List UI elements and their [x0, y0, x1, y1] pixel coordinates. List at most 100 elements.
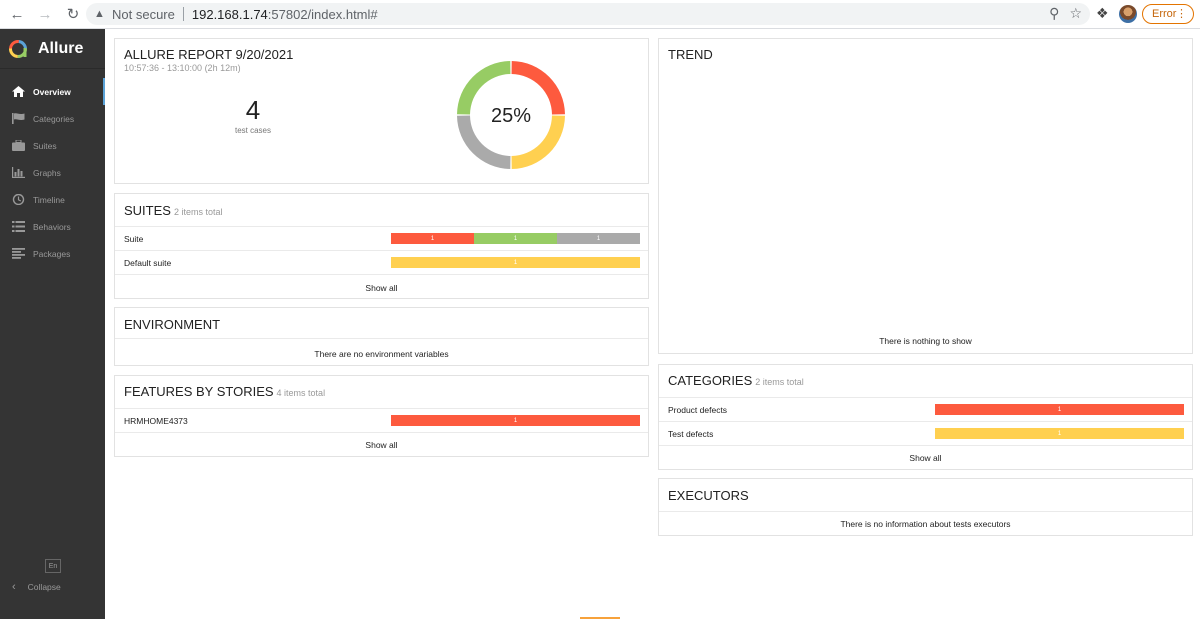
address-separator: [182, 7, 184, 21]
categories-title: CATEGORIES 2 items total: [668, 373, 804, 388]
brand[interactable]: Allure: [0, 29, 105, 69]
status-bar-segment[interactable]: 1: [474, 233, 557, 244]
features-widget: FEATURES BY STORIES 4 items total HRMHOME…: [114, 375, 649, 457]
sidebar-item-graphs[interactable]: Graphs: [0, 159, 105, 186]
security-label[interactable]: Not secure: [112, 7, 175, 22]
categories-widget: CATEGORIES 2 items total Product defects …: [658, 364, 1193, 470]
list-icon: [11, 221, 25, 233]
success-percent: 25%: [490, 105, 532, 127]
language-selector[interactable]: En: [45, 559, 61, 573]
category-name: Product defects: [668, 405, 728, 415]
environment-row: There are no environment variables: [115, 338, 648, 366]
briefcase-icon: [11, 140, 25, 152]
error-button[interactable]: Error ⋮: [1142, 4, 1194, 24]
suites-widget: SUITES 2 items total Suite 111 Default su…: [114, 193, 649, 299]
table-row[interactable]: Product defects 1: [659, 397, 1192, 421]
status-bar-segment[interactable]: 1: [935, 404, 1184, 415]
features-title: FEATURES BY STORIES 4 items total: [124, 384, 325, 399]
zoom-icon[interactable]: ⚲: [1049, 5, 1059, 22]
status-bar-segment[interactable]: 1: [557, 233, 640, 244]
bar-chart-icon: [11, 167, 25, 179]
categories-subtitle: 2 items total: [755, 377, 804, 387]
status-bar[interactable]: 111: [391, 233, 640, 244]
status-bar-segment[interactable]: 1: [391, 233, 474, 244]
extensions-puzzle-icon[interactable]: ❖: [1096, 5, 1109, 22]
forward-arrow-icon[interactable]: →: [34, 3, 56, 25]
category-name: Test defects: [668, 429, 714, 439]
status-bar-segment[interactable]: 1: [935, 428, 1184, 439]
chevron-left-icon: ‹: [12, 581, 16, 593]
sidebar-item-behaviors[interactable]: Behaviors: [0, 213, 105, 240]
sidebar-item-label: Graphs: [33, 167, 61, 178]
executors-row: There is no information about tests exec…: [659, 511, 1192, 536]
trend-widget: TREND There is nothing to show: [658, 38, 1193, 354]
more-vertical-icon: ⋮: [1176, 8, 1187, 20]
sidebar-item-label: Overview: [33, 86, 71, 97]
brand-name: Allure: [38, 39, 84, 57]
address-bar[interactable]: ▲ Not secure 192.168.1.74:57802/index.ht…: [86, 3, 1090, 25]
trend-title: TREND: [668, 47, 713, 62]
test-case-caption: test cases: [234, 126, 271, 135]
report-time-range: 10:57:36 - 13:10:00 (2h 12m): [124, 63, 241, 73]
sidebar-item-label: Packages: [33, 248, 71, 259]
status-bar[interactable]: 1: [391, 415, 640, 426]
collapse-button[interactable]: ‹ Collapse: [12, 581, 61, 593]
suites-subtitle: 2 items total: [173, 207, 223, 217]
show-all-row: Show all: [659, 445, 1192, 470]
bookmark-star-icon[interactable]: ☆: [1069, 5, 1082, 22]
table-row[interactable]: Test defects 1: [659, 421, 1192, 445]
sidebar-item-label: Timeline: [33, 194, 65, 205]
warning-icon[interactable]: ▲: [94, 8, 110, 20]
categories-show-all-link[interactable]: Show all: [659, 453, 1192, 463]
url-host[interactable]: 192.168.1.74: [192, 7, 268, 22]
environment-title: ENVIRONMENT: [124, 317, 221, 332]
reload-icon[interactable]: ↻: [62, 3, 84, 25]
executors-widget: EXECUTORS There is no information about …: [658, 478, 1193, 536]
sidebar-item-timeline[interactable]: Timeline: [0, 186, 105, 213]
status-bar[interactable]: 1: [935, 428, 1184, 439]
browser-toolbar: ← → ↻ ▲ Not secure 192.168.1.74:57802/in…: [0, 0, 1200, 29]
home-icon: [11, 86, 25, 98]
status-bar[interactable]: 1: [391, 257, 640, 268]
suites-title: SUITES 2 items total: [124, 203, 223, 218]
categories-heading: CATEGORIES: [668, 373, 753, 388]
test-case-count: 4: [245, 95, 261, 125]
sidebar-item-categories[interactable]: Categories: [0, 105, 105, 132]
table-row[interactable]: HRMHOME4373 1: [115, 408, 648, 432]
environment-empty-message: There are no environment variables: [314, 349, 449, 359]
suite-name: Suite: [124, 234, 144, 244]
sidebar-menu: Overview Categories Suites Graphs Timeli…: [0, 78, 105, 267]
features-subtitle: 4 items total: [276, 388, 326, 398]
sidebar-item-packages[interactable]: Packages: [0, 240, 105, 267]
report-title: ALLURE REPORT 9/20/2021: [124, 47, 294, 62]
status-bar-segment[interactable]: 1: [391, 415, 640, 426]
summary-widget: ALLURE REPORT 9/20/2021 10:57:36 - 13:10…: [114, 38, 649, 184]
clock-icon: [11, 194, 25, 206]
executors-title: EXECUTORS: [668, 488, 749, 503]
sidebar-item-overview[interactable]: Overview: [0, 78, 105, 105]
align-left-icon: [11, 248, 25, 260]
suites-show-all-link[interactable]: Show all: [115, 283, 648, 293]
profile-avatar[interactable]: [1119, 5, 1137, 23]
table-row[interactable]: Default suite 1: [115, 250, 648, 274]
trend-empty-message: There is nothing to show: [879, 336, 972, 346]
suites-heading: SUITES: [124, 203, 171, 218]
feature-name: HRMHOME4373: [124, 416, 188, 426]
show-all-row: Show all: [115, 274, 648, 299]
url-path[interactable]: :57802/index.html#: [268, 7, 378, 22]
features-heading: FEATURES BY STORIES: [124, 384, 274, 399]
status-bar[interactable]: 1: [935, 404, 1184, 415]
flag-icon: [11, 113, 25, 125]
executors-empty-message: There is no information about tests exec…: [840, 519, 1011, 529]
table-row[interactable]: Suite 111: [115, 226, 648, 250]
features-show-all-link[interactable]: Show all: [115, 440, 648, 450]
environment-widget: ENVIRONMENT There are no environment var…: [114, 307, 649, 366]
status-bar-segment[interactable]: 1: [391, 257, 640, 268]
sidebar-item-label: Behaviors: [33, 221, 71, 232]
collapse-label: Collapse: [27, 582, 61, 592]
sidebar-item-suites[interactable]: Suites: [0, 132, 105, 159]
show-all-row: Show all: [115, 432, 648, 457]
error-label: Error: [1152, 8, 1177, 20]
back-arrow-icon[interactable]: ←: [6, 3, 28, 25]
allure-logo-icon: [9, 39, 27, 58]
